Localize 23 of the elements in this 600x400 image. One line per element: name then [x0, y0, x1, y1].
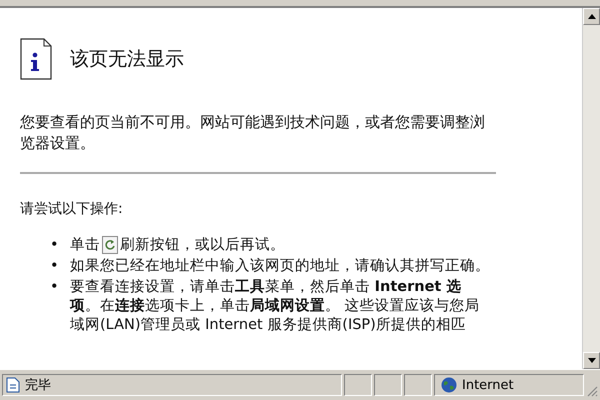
vertical-scrollbar[interactable] [582, 8, 600, 369]
scroll-down-icon [588, 358, 596, 363]
suggestion-text: 刷新按钮，或以后再试。 [120, 237, 285, 253]
info-page-icon [20, 38, 52, 80]
page-icon [6, 377, 20, 393]
status-pane [374, 374, 402, 396]
page-title: 该页无法显示 [70, 47, 184, 72]
globe-icon [441, 377, 457, 393]
status-pane [344, 374, 372, 396]
error-message: 您要查看的页当前不可用。网站可能遇到技术问题，或者您需要调整浏览器设置。 [20, 112, 486, 154]
zone-text: Internet [462, 378, 514, 392]
status-text: 完毕 [25, 377, 51, 394]
suggestion-text: 要查看连接设置，请单击工具菜单，然后单击 Internet 选项。在连接选项卡上，单击局域网设置。 这些设置应该与您局域网(LAN)管理员或 Internet 服务提供商(ISP)所提供的相匹 [70, 279, 480, 333]
resize-grip-icon [586, 385, 598, 397]
suggestion-text: 如果您已经在地址栏中输入该网页的地址，请确认其拼写正确。 [70, 258, 490, 274]
bullet: • [50, 236, 59, 255]
status-pane [404, 374, 432, 396]
bullet: • [50, 278, 59, 297]
refresh-icon [102, 236, 118, 254]
bullet: • [50, 257, 59, 276]
try-heading: 请尝试以下操作: [20, 200, 124, 218]
scroll-up-icon [588, 14, 596, 19]
suggestion-text: 单击 [70, 237, 100, 253]
